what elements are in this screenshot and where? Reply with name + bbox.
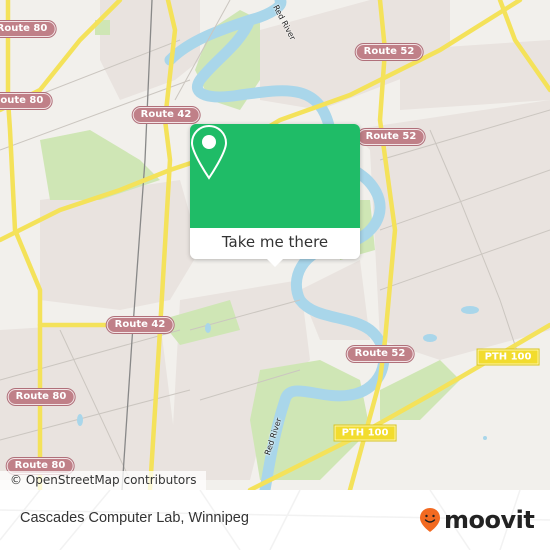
place-name: Cascades Computer Lab, Winnipeg	[20, 510, 249, 526]
popup-header	[190, 124, 360, 228]
map-view[interactable]: Route 80 Route 80 Route 42 Route 52 Rout…	[0, 0, 550, 490]
popup-pointer	[266, 258, 284, 267]
moovit-wordmark: moovit	[444, 506, 535, 534]
attribution-text: © OpenStreetMap contributors	[10, 473, 197, 487]
map-attribution[interactable]: © OpenStreetMap contributors	[0, 471, 207, 490]
route-80-shield: Route 80	[0, 21, 56, 37]
location-popup[interactable]: Take me there	[190, 124, 360, 267]
pth-100-shield: PTH 100	[334, 425, 396, 441]
map-pin-icon	[190, 124, 228, 180]
route-42-shield: Route 42	[106, 317, 174, 333]
route-52-shield: Route 52	[355, 44, 423, 60]
take-me-there-button[interactable]: Take me there	[190, 228, 360, 259]
route-80-shield: Route 80	[7, 389, 75, 405]
footer-bar: Cascades Computer Lab, Winnipeg moovit	[0, 490, 550, 550]
pth-100-shield: PTH 100	[477, 349, 539, 365]
route-52-shield: Route 52	[346, 346, 414, 362]
moovit-logo[interactable]: moovit	[419, 505, 535, 535]
route-52-shield: Route 52	[357, 129, 425, 145]
route-42-shield: Route 42	[132, 107, 200, 123]
take-me-there-label: Take me there	[221, 233, 329, 251]
route-80-shield: Route 80	[0, 93, 52, 109]
moovit-smiley-pin-icon	[420, 508, 440, 532]
